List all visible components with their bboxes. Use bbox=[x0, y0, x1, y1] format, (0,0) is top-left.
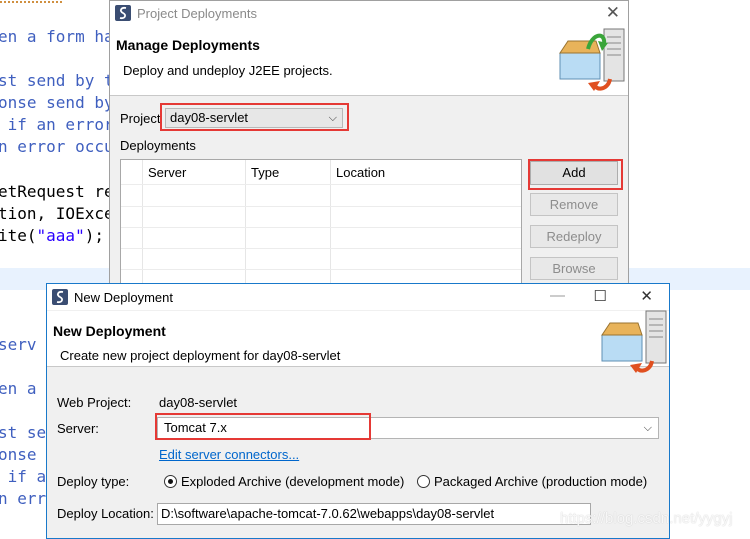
radio-exploded-archive[interactable]: Exploded Archive (development mode) bbox=[164, 474, 404, 489]
deployment-wizard-icon bbox=[554, 27, 628, 91]
radio-packaged-archive[interactable]: Packaged Archive (production mode) bbox=[417, 474, 647, 489]
table-row bbox=[121, 248, 521, 249]
string-literal: "aaa" bbox=[36, 226, 85, 245]
title-bar[interactable]: New Deployment — ☐ ✕ bbox=[47, 284, 669, 310]
table-row bbox=[121, 184, 521, 185]
code-line: ite("aaa"); bbox=[0, 225, 104, 247]
browse-button[interactable]: Browse bbox=[530, 257, 618, 280]
column-header-server[interactable]: Server bbox=[148, 165, 186, 180]
web-project-value: day08-servlet bbox=[159, 395, 238, 410]
close-icon[interactable]: ✕ bbox=[606, 3, 620, 23]
header-description: Deploy and undeploy J2EE projects. bbox=[123, 63, 333, 78]
radio-label: Exploded Archive (development mode) bbox=[181, 474, 405, 489]
code-line: onse send by bbox=[0, 93, 114, 112]
chevron-down-icon: ⌵ bbox=[328, 112, 337, 124]
dialog-title: New Deployment bbox=[74, 289, 173, 305]
watermark: https://blog.csdn.net/yygyj bbox=[560, 510, 733, 527]
column-divider bbox=[245, 160, 246, 300]
minimize-icon[interactable]: — bbox=[550, 287, 565, 304]
deployments-table[interactable]: Server Type Location bbox=[120, 159, 522, 301]
warning-squiggle bbox=[0, 0, 62, 3]
code-line: etRequest re bbox=[0, 182, 114, 201]
maximize-icon[interactable]: ☐ bbox=[594, 287, 607, 305]
web-project-label: Web Project: bbox=[57, 395, 132, 410]
table-row bbox=[121, 269, 521, 270]
column-divider bbox=[142, 160, 143, 300]
deploy-location-field[interactable]: D:\software\apache-tomcat-7.0.62\webapps… bbox=[157, 503, 591, 525]
code-text: ); bbox=[84, 226, 104, 245]
header-title: Manage Deployments bbox=[116, 37, 260, 53]
column-header-type[interactable]: Type bbox=[251, 165, 279, 180]
radio-unchecked-icon bbox=[417, 475, 430, 488]
header-title: New Deployment bbox=[53, 323, 166, 339]
myeclipse-icon bbox=[52, 289, 68, 305]
redeploy-button[interactable]: Redeploy bbox=[530, 225, 618, 248]
dialog-header: New Deployment Create new project deploy… bbox=[47, 309, 670, 373]
project-deployments-dialog: Project Deployments ✕ Manage Deployments… bbox=[109, 0, 629, 301]
dialog-title: Project Deployments bbox=[137, 5, 257, 21]
close-icon[interactable]: ✕ bbox=[640, 287, 653, 305]
server-label: Server: bbox=[57, 421, 99, 436]
deploy-type-label: Deploy type: bbox=[57, 474, 130, 489]
deploy-location-label: Deploy Location: bbox=[57, 506, 154, 521]
new-deployment-dialog: New Deployment — ☐ ✕ New Deployment Crea… bbox=[46, 283, 670, 539]
title-bar[interactable]: Project Deployments ✕ bbox=[110, 1, 628, 25]
edit-server-connectors-link[interactable]: Edit server connectors... bbox=[159, 447, 299, 462]
deployments-label: Deployments bbox=[120, 138, 196, 153]
server-select[interactable]: Tomcat 7.x ⌵ bbox=[157, 417, 659, 439]
table-row bbox=[121, 227, 521, 228]
header-description: Create new project deployment for day08-… bbox=[60, 348, 341, 363]
add-button[interactable]: Add bbox=[530, 161, 618, 185]
chevron-down-icon: ⌵ bbox=[643, 422, 652, 434]
code-line: st send by t bbox=[0, 71, 114, 90]
project-label: Project bbox=[120, 111, 161, 126]
myeclipse-icon bbox=[115, 5, 131, 21]
deployment-wizard-icon bbox=[596, 309, 670, 373]
radio-label: Packaged Archive (production mode) bbox=[434, 474, 648, 489]
code-line: tion, IOExce bbox=[0, 204, 114, 223]
code-line: serv bbox=[0, 335, 37, 354]
column-header-location[interactable]: Location bbox=[336, 165, 385, 180]
project-select[interactable]: day08-servlet ⌵ bbox=[165, 108, 343, 128]
table-row bbox=[121, 206, 521, 207]
code-line: if an error bbox=[0, 115, 114, 134]
remove-button[interactable]: Remove bbox=[530, 193, 618, 216]
column-divider bbox=[330, 160, 331, 300]
code-line: onse bbox=[0, 445, 37, 464]
dialog-header: Manage Deployments Deploy and undeploy J… bbox=[110, 25, 628, 96]
code-line: en a form ha bbox=[0, 27, 114, 46]
project-select-value: day08-servlet bbox=[170, 110, 249, 125]
server-select-value: Tomcat 7.x bbox=[164, 420, 227, 435]
code-line: n error occu bbox=[0, 137, 114, 156]
radio-checked-icon bbox=[164, 475, 177, 488]
code-text: ite( bbox=[0, 226, 37, 245]
